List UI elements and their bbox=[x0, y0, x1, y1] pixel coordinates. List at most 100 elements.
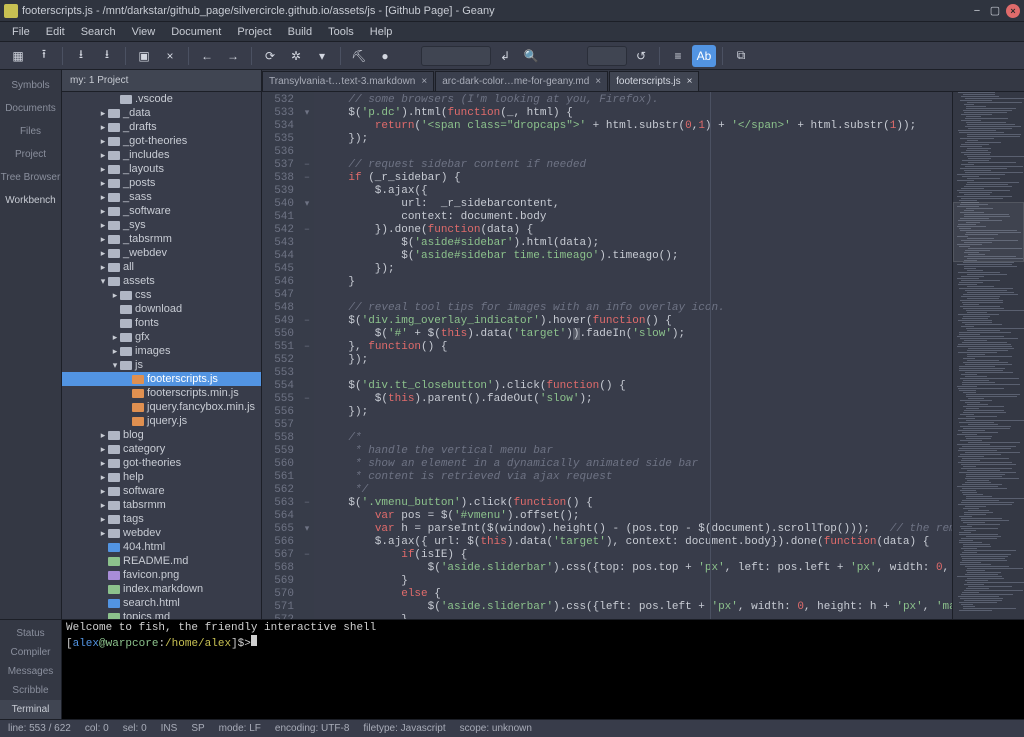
tree-item[interactable]: index.markdown bbox=[62, 582, 261, 596]
tree-item[interactable]: download bbox=[62, 302, 261, 316]
tree-item[interactable]: jquery.js bbox=[62, 414, 261, 428]
goto-icon[interactable]: ↲ bbox=[493, 45, 517, 67]
color-icon[interactable]: ● bbox=[373, 45, 397, 67]
tree-item[interactable]: ▸_data bbox=[62, 106, 261, 120]
save-icon[interactable]: ⭳ bbox=[69, 45, 93, 67]
leftbar-workbench[interactable]: Workbench bbox=[0, 189, 61, 212]
menu-build[interactable]: Build bbox=[280, 26, 320, 38]
back-icon[interactable]: ← bbox=[195, 45, 219, 67]
sidebar-tab[interactable]: my: 1 Project bbox=[62, 70, 261, 92]
tree-twisty-icon[interactable]: ▸ bbox=[98, 164, 108, 175]
new-file-icon[interactable]: ▦ bbox=[6, 45, 30, 67]
search-icon[interactable]: 🔍 bbox=[519, 45, 543, 67]
tree-twisty-icon[interactable]: ▸ bbox=[98, 248, 108, 259]
code-area[interactable]: // some browsers (I'm looking at you, Fi… bbox=[314, 92, 952, 619]
build-icon[interactable]: ✲ bbox=[284, 45, 308, 67]
menu-edit[interactable]: Edit bbox=[38, 26, 73, 38]
tree-twisty-icon[interactable]: ▾ bbox=[98, 276, 108, 287]
leftbar-files[interactable]: Files bbox=[0, 120, 61, 143]
tree-item[interactable]: ▸_sass bbox=[62, 190, 261, 204]
tree-item[interactable]: ▸webdev bbox=[62, 526, 261, 540]
menu-project[interactable]: Project bbox=[229, 26, 279, 38]
leftbar-documents[interactable]: Documents bbox=[0, 97, 61, 120]
tab-close-icon[interactable]: × bbox=[687, 76, 693, 87]
tree-item[interactable]: ▸_sys bbox=[62, 218, 261, 232]
tree-twisty-icon[interactable]: ▸ bbox=[98, 220, 108, 231]
tree-twisty-icon[interactable]: ▸ bbox=[110, 332, 120, 343]
tree-item[interactable]: fonts bbox=[62, 316, 261, 330]
revert-icon[interactable]: ▣ bbox=[132, 45, 156, 67]
compile-icon[interactable]: ⟳ bbox=[258, 45, 282, 67]
menu-view[interactable]: View bbox=[124, 26, 164, 38]
tree-item[interactable]: ▸css bbox=[62, 288, 261, 302]
tree-item[interactable]: ▸_drafts bbox=[62, 120, 261, 134]
tree-item[interactable]: ▸_tabsrmm bbox=[62, 232, 261, 246]
tree-twisty-icon[interactable]: ▸ bbox=[98, 136, 108, 147]
tree-twisty-icon[interactable]: ▸ bbox=[98, 458, 108, 469]
open-file-icon[interactable]: ⭱ bbox=[32, 45, 56, 67]
execute-icon[interactable]: ⛏ bbox=[347, 45, 371, 67]
tree-item[interactable]: ▾assets bbox=[62, 274, 261, 288]
tree-item[interactable]: favicon.png bbox=[62, 568, 261, 582]
tree-twisty-icon[interactable]: ▾ bbox=[110, 360, 120, 371]
minimap-viewport[interactable] bbox=[953, 202, 1024, 262]
tree-item[interactable]: ▸_layouts bbox=[62, 162, 261, 176]
tree-item[interactable]: 404.html bbox=[62, 540, 261, 554]
tree-item[interactable]: ▸_got-theories bbox=[62, 134, 261, 148]
tree-twisty-icon[interactable]: ▸ bbox=[98, 528, 108, 539]
terminal[interactable]: Welcome to fish, the friendly interactiv… bbox=[62, 620, 1024, 719]
tree-twisty-icon[interactable]: ▸ bbox=[110, 290, 120, 301]
close-file-icon[interactable]: × bbox=[158, 45, 182, 67]
editor-tab[interactable]: Transylvania-t…text-3.markdown× bbox=[262, 71, 434, 91]
tree-item[interactable]: ▸help bbox=[62, 470, 261, 484]
tree-item[interactable]: ▸images bbox=[62, 344, 261, 358]
menu-document[interactable]: Document bbox=[163, 26, 229, 38]
maximize-button[interactable]: ▢ bbox=[988, 4, 1002, 18]
tree-item[interactable]: ▸software bbox=[62, 484, 261, 498]
tree-item[interactable]: topics.md bbox=[62, 610, 261, 619]
tree-twisty-icon[interactable]: ▸ bbox=[98, 486, 108, 497]
tree-twisty-icon[interactable]: ▸ bbox=[110, 346, 120, 357]
tab-close-icon[interactable]: × bbox=[421, 76, 427, 87]
tree-item[interactable]: footerscripts.js bbox=[62, 372, 261, 386]
tree-item[interactable]: ▸tabsrmm bbox=[62, 498, 261, 512]
menu-help[interactable]: Help bbox=[362, 26, 401, 38]
tab-close-icon[interactable]: × bbox=[595, 76, 601, 87]
tree-twisty-icon[interactable]: ▸ bbox=[98, 444, 108, 455]
tree-item[interactable]: README.md bbox=[62, 554, 261, 568]
tree-item[interactable]: ▸_webdev bbox=[62, 246, 261, 260]
tree-item[interactable]: ▸category bbox=[62, 442, 261, 456]
tree-item[interactable]: .vscode bbox=[62, 92, 261, 106]
menu-file[interactable]: File bbox=[4, 26, 38, 38]
save-all-icon[interactable]: ⭳ bbox=[95, 45, 119, 67]
tree-twisty-icon[interactable]: ▸ bbox=[98, 262, 108, 273]
minimize-button[interactable]: − bbox=[970, 4, 984, 18]
tree-twisty-icon[interactable]: ▸ bbox=[98, 472, 108, 483]
tree-item[interactable]: ▸_software bbox=[62, 204, 261, 218]
tree-item[interactable]: ▸_includes bbox=[62, 148, 261, 162]
leftbar-symbols[interactable]: Symbols bbox=[0, 74, 61, 97]
tree-twisty-icon[interactable]: ▸ bbox=[98, 122, 108, 133]
leftbar-tree-browser[interactable]: Tree Browser bbox=[0, 166, 61, 189]
jump-input[interactable] bbox=[587, 46, 627, 66]
editor-tab[interactable]: footerscripts.js× bbox=[609, 71, 699, 91]
forward-icon[interactable]: → bbox=[221, 45, 245, 67]
tree-item[interactable]: ▸blog bbox=[62, 428, 261, 442]
tree-item[interactable]: search.html bbox=[62, 596, 261, 610]
build-dropdown-icon[interactable]: ▾ bbox=[310, 45, 334, 67]
highlight-icon[interactable]: Ab bbox=[692, 45, 716, 67]
tree-twisty-icon[interactable]: ▸ bbox=[98, 108, 108, 119]
tree-item[interactable]: ▸_posts bbox=[62, 176, 261, 190]
tree-twisty-icon[interactable]: ▸ bbox=[98, 430, 108, 441]
jump-icon[interactable]: ↺ bbox=[629, 45, 653, 67]
tree-twisty-icon[interactable]: ▸ bbox=[98, 514, 108, 525]
goto-line-input[interactable] bbox=[421, 46, 491, 66]
tree-twisty-icon[interactable]: ▸ bbox=[98, 500, 108, 511]
menu-tools[interactable]: Tools bbox=[320, 26, 362, 38]
tree-twisty-icon[interactable]: ▸ bbox=[98, 192, 108, 203]
bottom-tab-status[interactable]: Status bbox=[0, 624, 61, 643]
popout-icon[interactable]: ⧉ bbox=[729, 45, 753, 67]
minimap[interactable] bbox=[952, 92, 1024, 619]
leftbar-project[interactable]: Project bbox=[0, 143, 61, 166]
tree-twisty-icon[interactable]: ▸ bbox=[98, 150, 108, 161]
